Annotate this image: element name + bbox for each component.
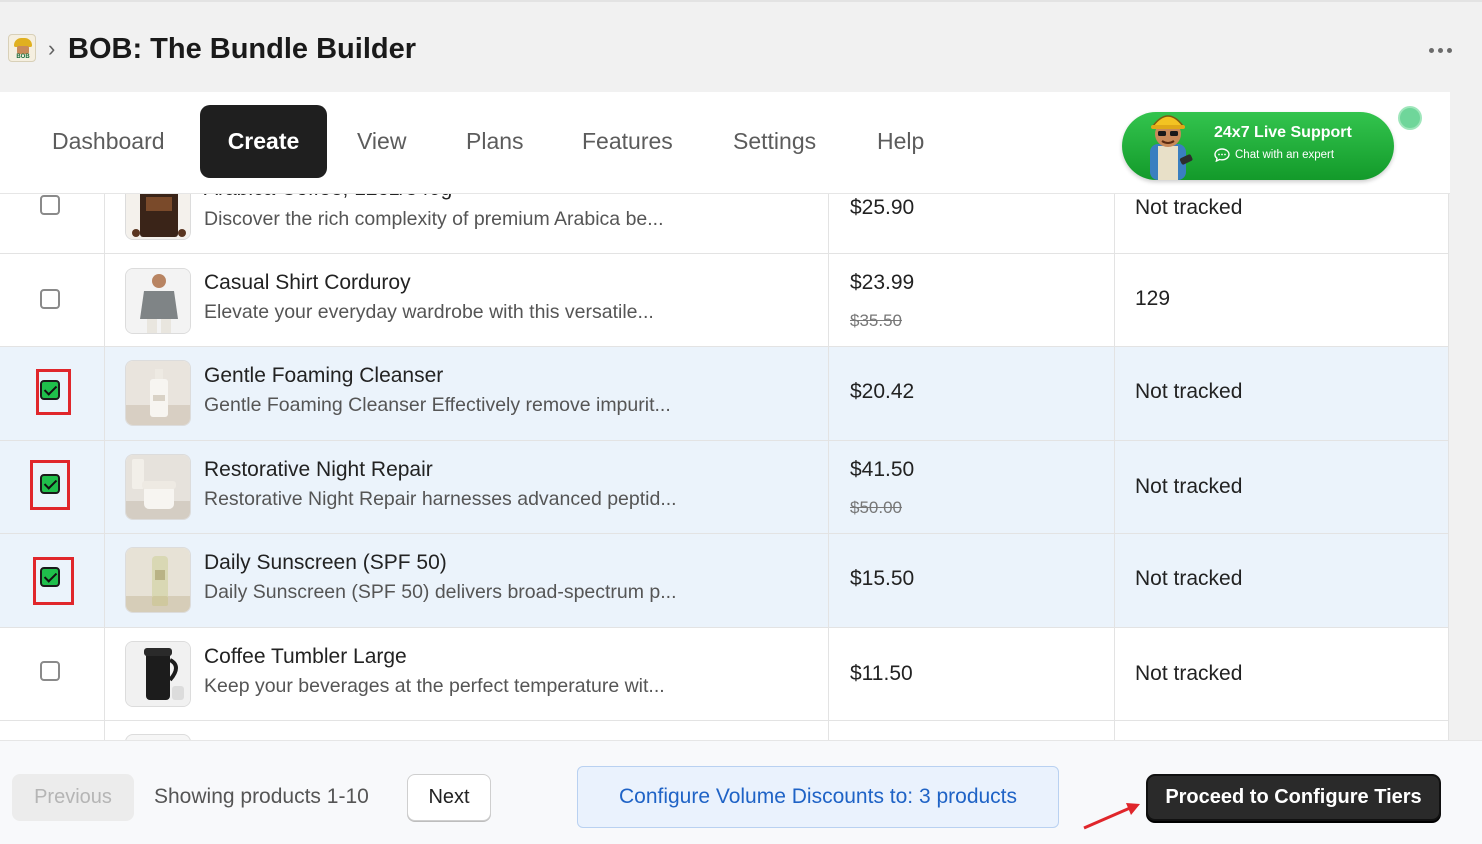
product-name[interactable]: Restorative Night Repair [204, 458, 433, 482]
product-thumbnail [125, 360, 191, 426]
product-name[interactable]: Daily Sunscreen (SPF 50) [204, 551, 447, 575]
dot-icon [1437, 47, 1443, 53]
product-description: Restorative Night Repair harnesses advan… [204, 487, 677, 510]
product-description: Elevate your everyday wardrobe with this… [204, 300, 654, 323]
page-title: BOB: The Bundle Builder [68, 33, 416, 65]
table-row[interactable]: Casual Shirt Corduroy Elevate your every… [0, 253, 1448, 347]
tab-features[interactable]: Features [556, 105, 699, 178]
product-description: Discover the rich complexity of premium … [204, 208, 664, 230]
table-row[interactable]: Coffee Tumbler Large Keep your beverages… [0, 627, 1448, 721]
product-description: Gentle Foaming Cleanser Effectively remo… [204, 394, 671, 416]
more-actions-button[interactable] [1422, 32, 1458, 68]
breadcrumb-chevron-icon: › [48, 36, 56, 61]
pagination-status: Showing products 1-10 [154, 785, 369, 808]
product-thumbnail [125, 547, 191, 613]
product-name[interactable]: Coffee Tumbler Large [204, 645, 407, 669]
dot-icon [1428, 47, 1434, 53]
row-checkbox[interactable] [40, 473, 62, 496]
support-subtitle: Chat with an expert [1235, 149, 1335, 161]
product-inventory: Not tracked [1135, 196, 1243, 219]
row-checkbox[interactable] [40, 288, 62, 311]
tab-settings[interactable]: Settings [707, 105, 842, 178]
tab-dashboard[interactable]: Dashboard [26, 105, 191, 178]
product-inventory: 129 [1135, 286, 1171, 310]
product-price: $20.42 [850, 380, 915, 403]
product-description: Keep your beverages at the perfect tempe… [204, 674, 665, 697]
checkmark-icon [40, 567, 60, 587]
app-header: BOB › BOB: The Bundle Builder [0, 0, 1482, 92]
product-inventory: Not tracked [1135, 661, 1243, 685]
product-inventory: Not tracked [1135, 474, 1243, 498]
product-thumbnail [125, 640, 191, 707]
support-agent-icon [1150, 115, 1193, 180]
product-inventory: Not tracked [1135, 380, 1243, 403]
product-table: Arabica Coffee, 12oz/340g Discover the r… [0, 160, 1449, 815]
support-title: 24x7 Live Support [1214, 124, 1352, 141]
tab-plans[interactable]: Plans [440, 105, 550, 178]
product-name[interactable]: Casual Shirt Corduroy [204, 271, 411, 295]
tab-help[interactable]: Help [851, 105, 950, 178]
product-price: $11.50 [850, 661, 913, 685]
previous-button[interactable]: Previous [12, 774, 134, 821]
product-name[interactable]: Gentle Foaming Cleanser [204, 364, 443, 388]
support-subtitle-row: Chat with an expert [1214, 148, 1334, 162]
product-price: $23.99 [850, 270, 915, 294]
product-price: $25.90 [850, 196, 915, 219]
row-checkbox[interactable] [40, 567, 62, 589]
product-thumbnail [125, 453, 191, 520]
next-button[interactable]: Next [407, 774, 491, 821]
product-compare-price: $50.00 [850, 497, 902, 517]
table-row[interactable]: Restorative Night Repair Restorative Nig… [0, 440, 1448, 534]
row-checkbox[interactable] [40, 380, 62, 402]
product-thumbnail [125, 267, 191, 334]
red-arrow-annotation-icon [1083, 803, 1140, 830]
pagination-footer: Previous Showing products 1-10 Next Conf… [0, 740, 1482, 844]
product-inventory: Not tracked [1135, 567, 1243, 590]
table-row[interactable]: Gentle Foaming Cleanser Gentle Foaming C… [0, 347, 1448, 441]
app-logo-text: BOB [16, 54, 30, 60]
row-checkbox[interactable] [40, 195, 62, 217]
checkmark-icon [40, 380, 60, 400]
online-status-indicator [1398, 106, 1422, 130]
configure-discounts-info: Configure Volume Discounts to: 3 product… [577, 766, 1059, 828]
live-support-button[interactable]: 24x7 Live Support Chat with an expert [1122, 112, 1394, 180]
tab-navigation: Dashboard Create View Plans Features Set… [0, 92, 1450, 194]
product-price: $15.50 [850, 567, 915, 590]
app-logo-icon[interactable]: BOB [8, 34, 36, 62]
product-price: $41.50 [850, 457, 915, 481]
proceed-to-configure-tiers-button[interactable]: Proceed to Configure Tiers [1146, 774, 1441, 821]
table-row[interactable]: Daily Sunscreen (SPF 50) Daily Sunscreen… [0, 534, 1448, 628]
tab-view[interactable]: View [331, 105, 432, 178]
dot-icon [1446, 47, 1452, 53]
product-compare-price: $35.50 [850, 310, 902, 330]
tab-create[interactable]: Create [200, 105, 327, 178]
chat-bubble-icon [1214, 148, 1230, 162]
row-checkbox[interactable] [40, 660, 62, 683]
product-description: Daily Sunscreen (SPF 50) delivers broad-… [204, 581, 677, 603]
checkmark-icon [40, 473, 60, 494]
